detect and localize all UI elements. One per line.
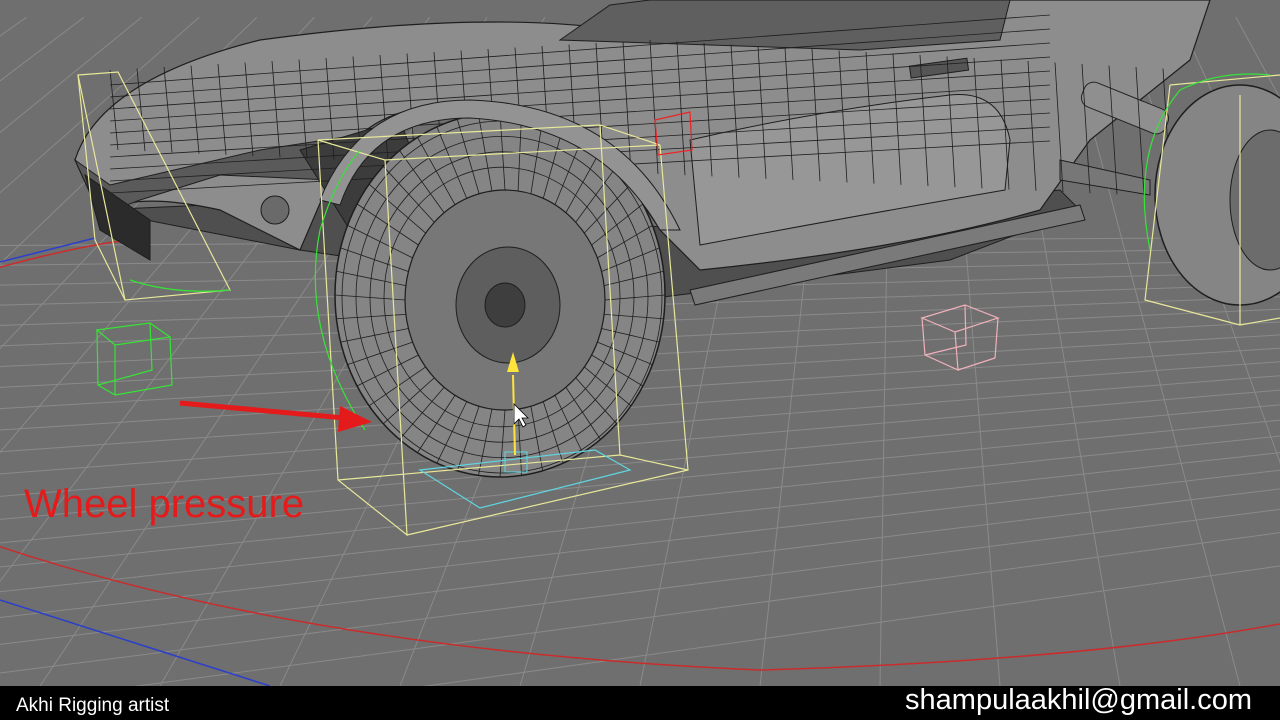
3d-viewport[interactable] — [0, 0, 1280, 686]
car-cockpit — [558, 0, 1011, 51]
video-frame: Wheel pressure Akhi Rigging artist shamp… — [0, 0, 1280, 720]
email-text: shampulaakhil@gmail.com — [905, 684, 1252, 716]
credit-text: Akhi Rigging artist — [16, 695, 170, 716]
engine-gear — [260, 195, 290, 225]
front-hub-center — [484, 282, 526, 328]
caption-bar: Akhi Rigging artist shampulaakhil@gmail.… — [0, 684, 1280, 720]
annotation-label: Wheel pressure — [24, 482, 305, 526]
